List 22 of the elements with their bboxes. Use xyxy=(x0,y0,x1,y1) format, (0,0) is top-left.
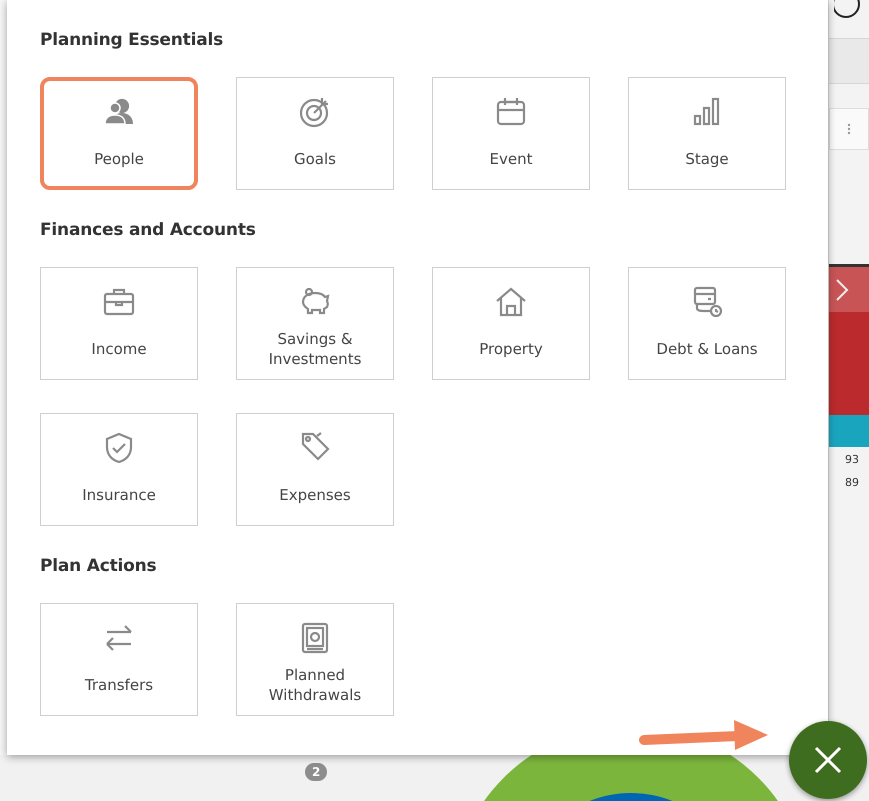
category-tile[interactable]: Income xyxy=(40,267,198,380)
category-tile[interactable]: Transfers xyxy=(40,603,198,716)
category-tile[interactable]: People xyxy=(40,77,198,190)
category-tile[interactable]: Property xyxy=(432,267,590,380)
section-heading: Planning Essentials xyxy=(40,30,224,50)
count-badge: 2 xyxy=(305,763,328,781)
category-tile[interactable]: Expenses xyxy=(236,413,394,526)
more-icon xyxy=(847,123,851,135)
close-icon xyxy=(813,745,843,775)
chart-strip xyxy=(829,415,869,447)
category-tile[interactable]: Debt & Loans xyxy=(628,267,786,380)
category-tile[interactable]: Event xyxy=(432,77,590,190)
chevron-right-icon[interactable] xyxy=(835,278,849,302)
category-tile[interactable]: Savings & Investments xyxy=(236,267,394,380)
value-text: 89 xyxy=(844,475,860,491)
section-heading: Plan Actions xyxy=(40,556,158,576)
section-heading: Finances and Accounts xyxy=(40,220,257,240)
category-tile[interactable]: Insurance xyxy=(40,413,198,526)
category-tile[interactable]: Stage xyxy=(628,77,786,190)
category-tile[interactable]: Goals xyxy=(236,77,394,190)
value-text: 93 xyxy=(844,452,860,468)
category-tile[interactable]: Planned Withdrawals xyxy=(236,603,394,716)
